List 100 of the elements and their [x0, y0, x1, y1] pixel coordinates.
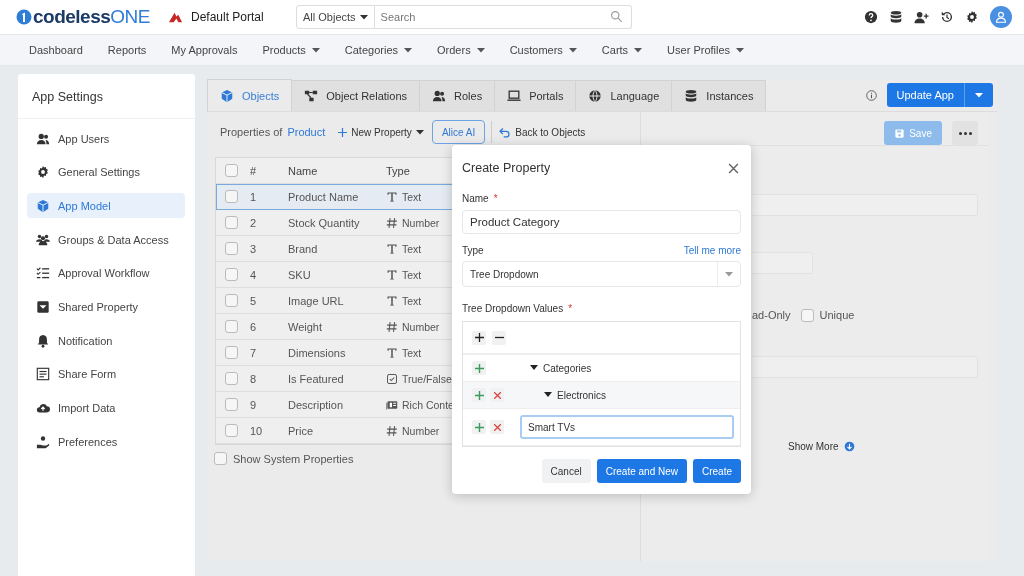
tab[interactable]: Roles	[419, 80, 496, 111]
unique-checkbox[interactable]	[800, 308, 814, 322]
row-checkbox[interactable]	[225, 398, 238, 411]
update-app-button[interactable]: Update App	[886, 83, 993, 107]
sidebar-item[interactable]: Approval Workflow	[27, 260, 185, 286]
text-type-icon	[386, 294, 398, 307]
table-cell-text: Price	[288, 424, 315, 437]
new-property-button[interactable]: New Property	[338, 126, 424, 138]
sidebar-item[interactable]: Import Data	[27, 395, 185, 421]
remove-button[interactable]	[492, 330, 506, 345]
sidebar-item[interactable]: Notification	[27, 328, 185, 354]
database-icon	[889, 10, 903, 24]
search-scope-dropdown[interactable]: All Objects	[296, 5, 375, 29]
sidebar-item[interactable]: General Settings	[27, 159, 185, 185]
plus-icon	[474, 390, 484, 400]
nav-item[interactable]: My Approvals	[171, 44, 238, 56]
sidebar-item[interactable]: Preferences	[27, 429, 185, 455]
tell-me-more-link[interactable]: Tell me more	[683, 244, 741, 256]
gear-icon	[36, 165, 50, 180]
row-checkbox[interactable]	[225, 372, 238, 385]
nav-item[interactable]: Categories	[344, 44, 412, 56]
add-node-button[interactable]	[472, 420, 486, 434]
info-icon	[865, 89, 877, 101]
column-header: Name	[288, 164, 319, 177]
table-cell: Rich Conte	[402, 398, 454, 411]
table-cell-text: 5	[250, 294, 258, 307]
nav-item[interactable]: Dashboard	[29, 44, 83, 56]
nav-item[interactable]: Reports	[107, 44, 147, 56]
nav-item[interactable]: Customers	[509, 44, 577, 56]
add-node-button[interactable]	[472, 388, 486, 402]
undo-icon	[498, 125, 512, 139]
select-all-checkbox[interactable]	[225, 164, 238, 177]
plus-icon	[474, 422, 484, 432]
show-system-checkbox[interactable]	[214, 452, 227, 465]
avatar[interactable]	[990, 6, 1012, 28]
tab[interactable]: Language	[575, 80, 673, 111]
field-label: Tree Dropdown Values	[462, 302, 564, 314]
add-button[interactable]	[472, 330, 486, 345]
row-checkbox[interactable]	[225, 346, 238, 359]
sidebar-item[interactable]: Groups & Data Access	[27, 227, 185, 253]
number-type-icon	[386, 424, 398, 437]
down-arrow-icon	[843, 441, 855, 452]
dialog-button[interactable]: Create	[693, 459, 741, 483]
search-field[interactable]: Search	[374, 5, 632, 29]
row-checkbox[interactable]	[225, 190, 238, 203]
nav-item[interactable]: Carts	[601, 44, 643, 56]
close-icon	[493, 391, 501, 399]
checkbox-label: ad-Only	[752, 309, 791, 321]
properties-label: Properties of	[220, 126, 283, 138]
sidebar-item[interactable]: Share Form	[27, 361, 185, 387]
bell-icon	[36, 333, 50, 348]
row-checkbox[interactable]	[225, 320, 238, 333]
dialog-button[interactable]: Cancel	[541, 459, 591, 483]
add-node-button[interactable]	[472, 361, 486, 375]
type-dropdown[interactable]: Tree Dropdown	[462, 261, 741, 287]
tab[interactable]: Instances	[671, 80, 767, 111]
laptop-icon	[507, 89, 522, 103]
table-cell-text: Dimensions	[288, 346, 347, 359]
table-cell: True/False	[402, 372, 452, 385]
alice-ai-button[interactable]: Alice AI	[431, 120, 486, 144]
tree-node-label[interactable]: Electronics	[557, 389, 606, 401]
field-label: Type	[462, 244, 484, 256]
table-cell-text: 10	[250, 424, 264, 437]
globe-icon	[588, 89, 603, 103]
row-checkbox[interactable]	[225, 424, 238, 437]
caret-icon	[404, 46, 412, 54]
caret-icon	[725, 270, 733, 278]
more-button[interactable]	[952, 121, 978, 145]
table-cell-text: 8	[250, 372, 258, 385]
row-checkbox[interactable]	[225, 216, 238, 229]
tab[interactable]: Portals	[494, 80, 577, 111]
checklist-icon	[36, 266, 50, 281]
plus-icon	[338, 127, 348, 137]
show-more-link[interactable]: Show More	[788, 441, 988, 452]
cube-icon	[220, 88, 234, 103]
delete-node-button[interactable]	[490, 388, 504, 402]
input-field[interactable]	[752, 194, 978, 216]
sidebar-item[interactable]: Shared Property	[27, 294, 185, 320]
node-name-field[interactable]: Smart TVs	[520, 415, 734, 439]
sidebar-item[interactable]: App Model	[27, 193, 185, 219]
back-link[interactable]: Back to Objects	[498, 125, 586, 139]
row-checkbox[interactable]	[225, 268, 238, 281]
input-field[interactable]	[752, 252, 813, 274]
dialog-button[interactable]: Create and New	[596, 459, 687, 483]
sidebar-item[interactable]: App Users	[27, 126, 185, 151]
caret-icon	[975, 91, 983, 99]
row-checkbox[interactable]	[225, 294, 238, 307]
delete-node-button[interactable]	[490, 420, 504, 434]
name-field[interactable]: Product Category	[462, 210, 741, 234]
object-name: Product	[287, 126, 326, 138]
tab[interactable]: Object Relations	[291, 80, 420, 111]
logo-text: codelessONE	[33, 6, 150, 28]
nav-item[interactable]: User Profiles	[667, 44, 745, 56]
table-cell-text: 9	[250, 398, 258, 411]
tab[interactable]: Objects	[207, 79, 293, 111]
input-field[interactable]	[752, 356, 978, 378]
nav-item[interactable]: Orders	[437, 44, 485, 56]
row-checkbox[interactable]	[225, 242, 238, 255]
boolean-type-icon	[386, 372, 398, 385]
nav-item[interactable]: Products	[262, 44, 320, 56]
